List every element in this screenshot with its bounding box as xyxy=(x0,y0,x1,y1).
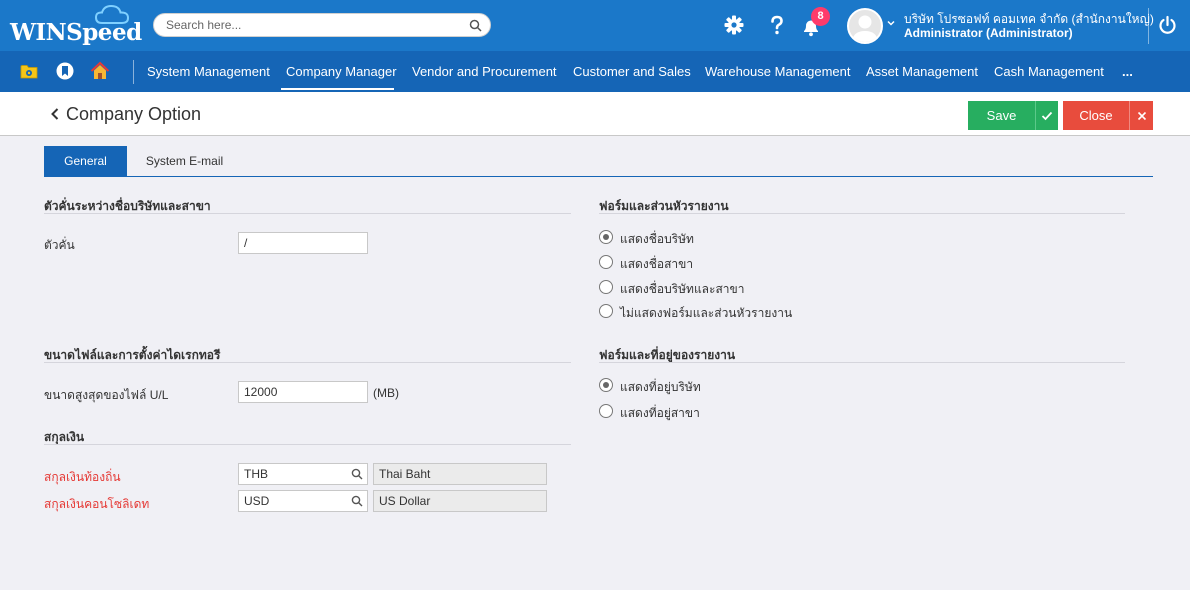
help-icon[interactable] xyxy=(766,14,788,36)
file-size-unit: (MB) xyxy=(373,386,399,400)
local-currency-label: สกุลเงินท้องถิ่น xyxy=(44,470,121,484)
avatar[interactable] xyxy=(847,8,883,44)
user-silhouette-icon xyxy=(852,15,878,42)
section-divider xyxy=(44,444,571,445)
radio-button[interactable] xyxy=(599,304,613,318)
main-menu: System Management Company Manager Vendor… xyxy=(0,51,1190,92)
menu-system-management[interactable]: System Management xyxy=(147,64,270,79)
check-icon xyxy=(1041,111,1053,121)
menu-vendor-procurement[interactable]: Vendor and Procurement xyxy=(412,64,557,79)
menu-cash-management[interactable]: Cash Management xyxy=(994,64,1104,79)
menu-more[interactable]: ... xyxy=(1122,64,1133,79)
radio-button[interactable] xyxy=(599,280,613,294)
radio-button[interactable] xyxy=(599,404,613,418)
local-currency-field[interactable] xyxy=(238,463,368,485)
radio-label: แสดงที่อยู่บริษัท xyxy=(620,380,701,394)
radio-label: แสดงที่อยู่สาขา xyxy=(620,406,700,420)
separator-field[interactable] xyxy=(238,232,368,254)
folder-icon[interactable] xyxy=(19,61,39,81)
close-x-button[interactable] xyxy=(1129,101,1153,130)
close-icon xyxy=(1137,111,1146,121)
home-icon[interactable] xyxy=(90,61,110,81)
max-file-size-input[interactable] xyxy=(244,382,362,402)
section-divider xyxy=(44,213,571,214)
search-icon[interactable] xyxy=(469,19,482,32)
search-input[interactable] xyxy=(166,17,466,33)
menu-company-manager[interactable]: Company Manager xyxy=(286,64,397,79)
section-divider xyxy=(599,213,1125,214)
menu-asset-management[interactable]: Asset Management xyxy=(866,64,978,79)
search-icon[interactable] xyxy=(351,468,363,480)
tab-system-email[interactable]: System E-mail xyxy=(127,146,242,176)
radio-button[interactable] xyxy=(599,230,613,244)
header-divider xyxy=(1148,8,1149,44)
radio-label: แสดงชื่อสาขา xyxy=(620,257,694,271)
radio-label: ไม่แสดงฟอร์มและส่วนหัวรายงาน xyxy=(620,306,793,320)
menu-divider xyxy=(133,60,134,84)
page-header: Company Option Save Close xyxy=(0,92,1190,136)
user-name[interactable]: Administrator (Administrator) xyxy=(904,26,1073,40)
chevron-down-icon[interactable] xyxy=(886,18,896,28)
notification-badge[interactable]: 8 xyxy=(811,7,830,26)
separator-label: ตัวคั่น xyxy=(44,238,75,252)
bookmark-icon[interactable] xyxy=(55,61,75,81)
consolidate-currency-input[interactable] xyxy=(244,491,344,511)
active-menu-indicator xyxy=(281,88,394,90)
radio-button[interactable] xyxy=(599,255,613,269)
consolidate-currency-label: สกุลเงินคอนโซลิเดท xyxy=(44,497,150,511)
radio-label: แสดงชื่อบริษัท xyxy=(620,232,694,246)
separator-input[interactable] xyxy=(244,233,362,253)
winspeed-logo[interactable]: WINSpeed xyxy=(10,4,142,46)
local-currency-input[interactable] xyxy=(244,464,344,484)
logo-text: WINSpeed xyxy=(10,19,142,46)
search-icon[interactable] xyxy=(351,495,363,507)
back-chevron-icon[interactable] xyxy=(50,107,60,121)
menu-warehouse-management[interactable]: Warehouse Management xyxy=(705,64,851,79)
local-currency-name: Thai Baht xyxy=(373,463,547,485)
max-file-size-field[interactable] xyxy=(238,381,368,403)
gear-icon[interactable] xyxy=(723,14,745,36)
consolidate-currency-field[interactable] xyxy=(238,490,368,512)
consolidate-currency-name: US Dollar xyxy=(373,490,547,512)
search-box[interactable] xyxy=(153,13,491,37)
menu-customer-sales[interactable]: Customer and Sales xyxy=(573,64,691,79)
save-button[interactable]: Save xyxy=(968,101,1035,130)
save-confirm-button[interactable] xyxy=(1035,101,1058,130)
radio-label: แสดงชื่อบริษัทและสาขา xyxy=(620,282,745,296)
radio-button[interactable] xyxy=(599,378,613,392)
section-divider xyxy=(44,362,571,363)
tab-general[interactable]: General xyxy=(44,146,127,176)
close-button[interactable]: Close xyxy=(1063,101,1129,130)
power-icon[interactable] xyxy=(1157,15,1178,36)
page-title: Company Option xyxy=(66,104,202,124)
section-divider xyxy=(599,362,1125,363)
tab-underline xyxy=(44,176,1153,177)
top-header: WINSpeed 8 xyxy=(0,0,1190,51)
max-file-size-label: ขนาดสูงสุดของไฟล์ U/L xyxy=(44,388,169,402)
